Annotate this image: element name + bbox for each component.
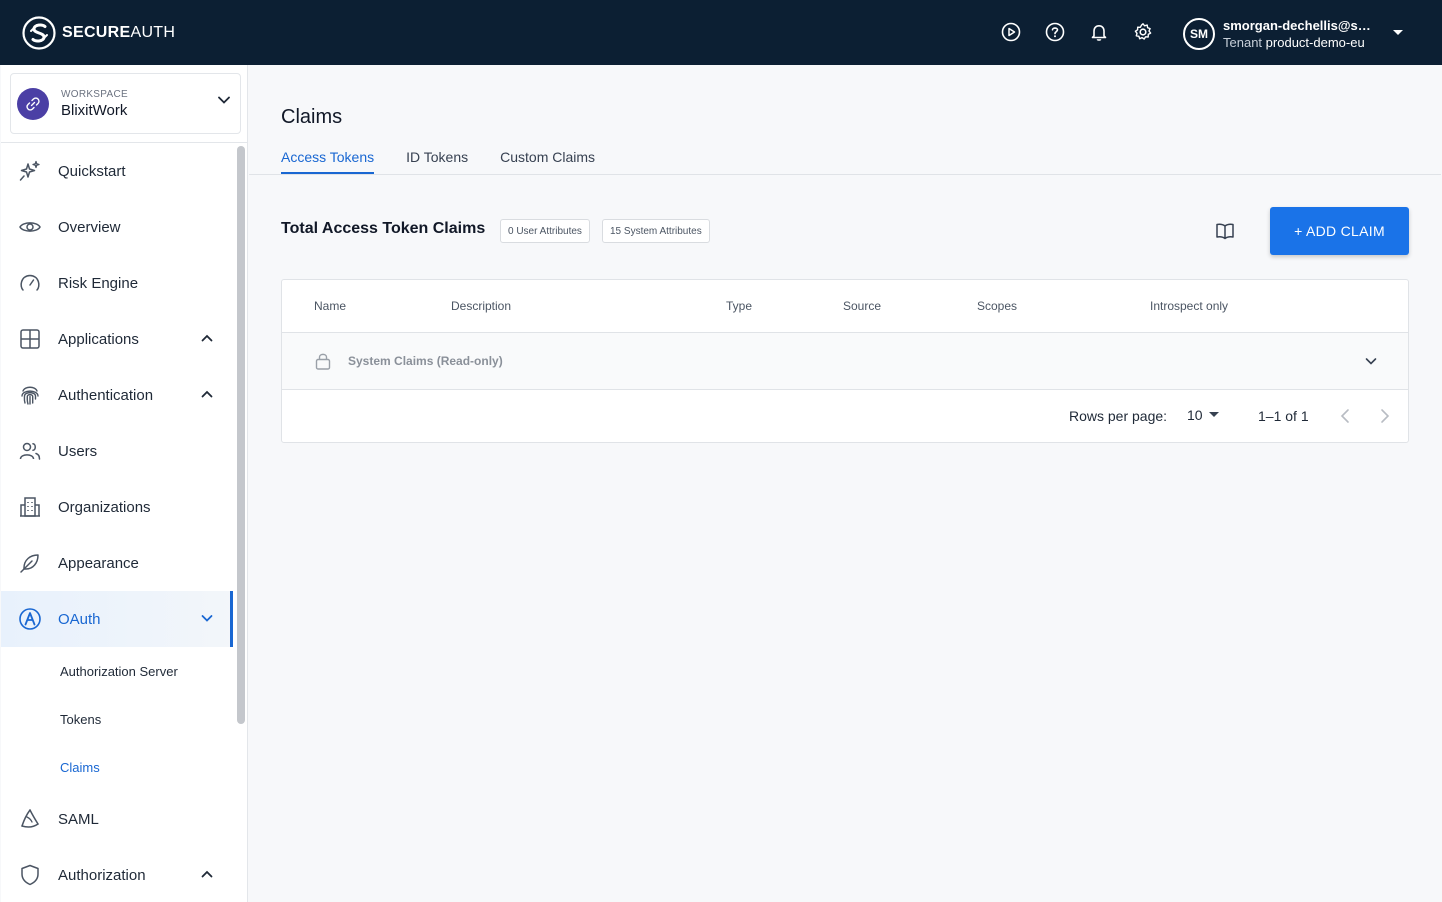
sidebar-item-quickstart[interactable]: Quickstart <box>1 143 233 199</box>
tab-id-tokens[interactable]: ID Tokens <box>406 149 468 174</box>
caret-down-icon[interactable] <box>1393 30 1403 36</box>
secureauth-logo[interactable]: SECUREAUTH <box>22 16 175 50</box>
sidebar-item-label: Risk Engine <box>58 274 139 292</box>
column-header-type[interactable]: Type <box>726 299 752 313</box>
user-menu[interactable]: SM smorgan-dechellis@se... Tenant produc… <box>1183 17 1403 51</box>
gauge-icon <box>18 271 42 295</box>
column-header-introspect-only[interactable]: Introspect only <box>1150 299 1228 313</box>
avatar: SM <box>1183 18 1215 50</box>
eye-icon <box>18 215 42 239</box>
oauth-icon <box>18 607 42 631</box>
chevron-up-icon <box>201 870 213 878</box>
tabs: Access Tokens ID Tokens Custom Claims <box>281 149 595 174</box>
bell-icon[interactable] <box>1088 21 1110 43</box>
sidebar-item-appearance[interactable]: Appearance <box>1 535 233 591</box>
saml-icon <box>18 807 42 831</box>
gear-icon[interactable] <box>1132 21 1154 43</box>
lock-icon <box>315 353 331 370</box>
sidebar: WORKSPACE BlixitWork Quickstart Overview… <box>1 65 248 902</box>
sidebar-scrollbar[interactable] <box>237 146 245 724</box>
grid-icon <box>18 327 42 351</box>
pagination: Rows per page: 10 1–1 of 1 <box>282 390 1408 443</box>
column-header-source[interactable]: Source <box>843 299 881 313</box>
group-label: System Claims (Read-only) <box>348 354 503 368</box>
sidebar-nav: Quickstart Overview Risk Engine Applicat… <box>1 143 233 902</box>
sidebar-item-label: Overview <box>58 218 121 236</box>
column-header-scopes[interactable]: Scopes <box>977 299 1017 313</box>
chevron-right-icon[interactable] <box>1378 407 1392 425</box>
sidebar-subitem-authorization-server[interactable]: Authorization Server <box>1 647 233 695</box>
sidebar-item-label: Appearance <box>58 554 139 572</box>
sidebar-item-oauth[interactable]: OAuth <box>1 591 233 647</box>
sidebar-item-label: Authorization <box>58 866 146 884</box>
column-header-description[interactable]: Description <box>451 299 511 313</box>
chevron-down-icon[interactable] <box>1364 354 1378 368</box>
system-attributes-badge: 15 System Attributes <box>602 219 710 243</box>
building-icon <box>18 495 42 519</box>
tab-custom-claims[interactable]: Custom Claims <box>500 149 595 174</box>
rows-per-page-value: 10 <box>1187 407 1203 423</box>
chevron-left-icon[interactable] <box>1338 407 1352 425</box>
play-circle-icon[interactable] <box>1000 21 1022 43</box>
claims-table: Name Description Type Source Scopes Intr… <box>281 279 1409 443</box>
sidebar-item-applications[interactable]: Applications <box>1 311 233 367</box>
main-content: Claims Access Tokens ID Tokens Custom Cl… <box>249 65 1441 902</box>
tabs-divider <box>249 174 1441 175</box>
shield-icon <box>18 863 42 887</box>
caret-down-icon <box>1208 412 1219 417</box>
page-title: Claims <box>281 106 343 128</box>
section-title: Total Access Token Claims <box>281 220 486 237</box>
sidebar-item-risk-engine[interactable]: Risk Engine <box>1 255 233 311</box>
secureauth-logo-icon <box>22 16 56 50</box>
sidebar-item-label: Authentication <box>58 386 154 404</box>
chevron-down-icon <box>201 615 213 622</box>
sidebar-subitem-tokens[interactable]: Tokens <box>1 695 233 743</box>
sidebar-subitem-claims[interactable]: Claims <box>1 743 233 791</box>
tab-access-tokens[interactable]: Access Tokens <box>281 149 375 174</box>
column-header-name[interactable]: Name <box>314 299 346 313</box>
workspace-name: BlixitWork <box>61 101 128 119</box>
sidebar-item-label: Organizations <box>58 498 151 516</box>
sidebar-item-label: Applications <box>58 330 139 348</box>
rows-per-page-label: Rows per page: <box>1069 408 1168 424</box>
top-bar: SECUREAUTH SM smorgan-dechellis@se... Te… <box>0 0 1442 65</box>
sidebar-item-label: Quickstart <box>58 162 126 180</box>
user-attributes-badge: 0 User Attributes <box>500 219 590 243</box>
feather-icon <box>18 551 42 575</box>
chevron-up-icon <box>201 390 213 398</box>
book-icon[interactable] <box>1215 222 1235 240</box>
workspace-label: WORKSPACE <box>61 88 128 100</box>
sidebar-item-label: OAuth <box>58 610 101 628</box>
user-tenant: Tenant product-demo-eu <box>1223 35 1365 50</box>
table-header: Name Description Type Source Scopes Intr… <box>282 280 1408 333</box>
sidebar-item-label: SAML <box>58 810 99 828</box>
sidebar-item-authorization[interactable]: Authorization <box>1 847 233 902</box>
users-icon <box>18 439 42 463</box>
help-icon[interactable] <box>1044 21 1066 43</box>
fingerprint-icon <box>18 383 42 407</box>
pagination-range: 1–1 of 1 <box>1258 408 1309 424</box>
rows-per-page-select[interactable]: 10 <box>1187 407 1219 423</box>
brand-name: SECUREAUTH <box>62 24 176 41</box>
sidebar-item-authentication[interactable]: Authentication <box>1 367 233 423</box>
sidebar-item-organizations[interactable]: Organizations <box>1 479 233 535</box>
sidebar-item-users[interactable]: Users <box>1 423 233 479</box>
chevron-down-icon <box>218 96 230 104</box>
user-email: smorgan-dechellis@se... <box>1223 18 1373 33</box>
chevron-up-icon <box>201 334 213 342</box>
system-claims-group-row[interactable]: System Claims (Read-only) <box>282 333 1408 390</box>
sidebar-item-overview[interactable]: Overview <box>1 199 233 255</box>
sidebar-item-label: Users <box>58 442 98 460</box>
add-claim-button[interactable]: + ADD CLAIM <box>1270 207 1409 255</box>
link-icon <box>17 87 49 120</box>
sparkle-icon <box>18 159 42 183</box>
sidebar-item-saml[interactable]: SAML <box>1 791 233 847</box>
workspace-selector[interactable]: WORKSPACE BlixitWork <box>10 73 241 134</box>
